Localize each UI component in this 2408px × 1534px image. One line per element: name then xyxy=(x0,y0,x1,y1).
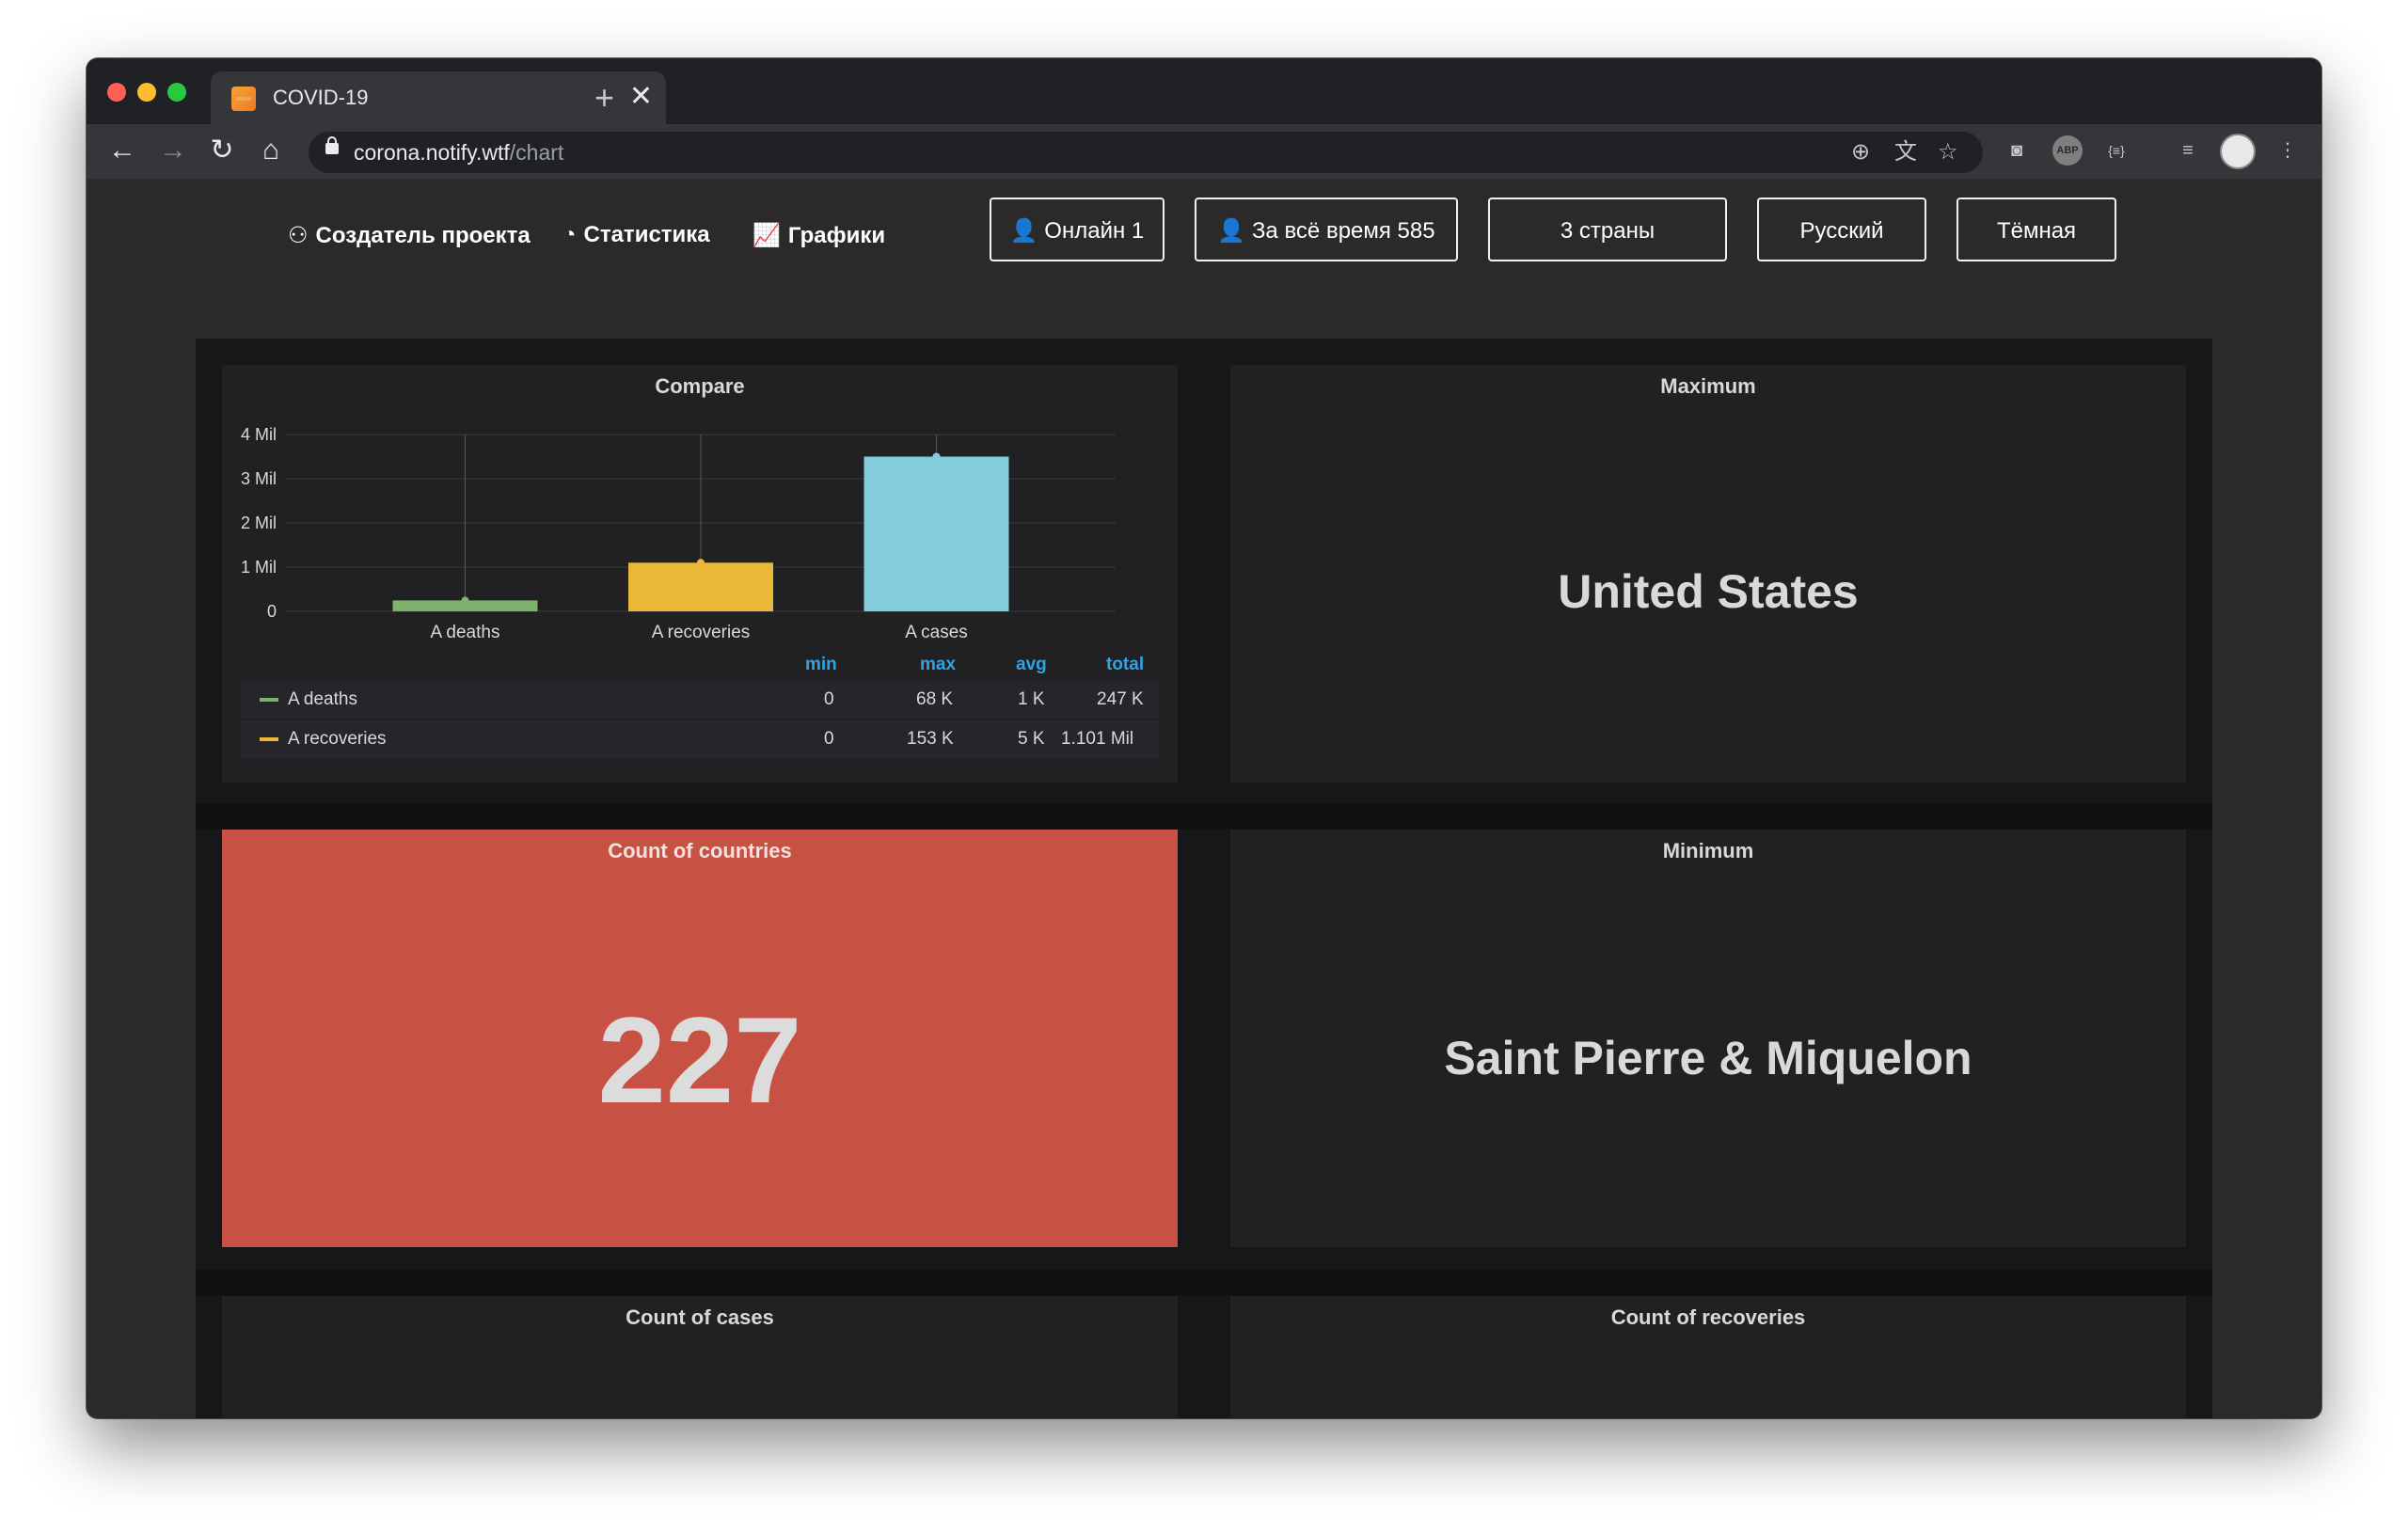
new-tab-button[interactable]: + xyxy=(594,71,614,124)
panel-title: Minimum xyxy=(1662,839,1754,862)
user-icon: 👤 xyxy=(1217,218,1246,244)
y-tick-label: 2 Mil xyxy=(241,514,277,532)
legend-header-max[interactable]: max xyxy=(920,655,956,675)
legend-header-avg[interactable]: avg xyxy=(1016,655,1047,675)
online-label: Онлайн 1 xyxy=(1044,218,1145,244)
legend-swatch xyxy=(260,737,278,741)
legend-series-name[interactable]: A deaths xyxy=(288,689,357,710)
nav-link-charts[interactable]: 📈 Графики xyxy=(752,222,885,249)
minimum-value: Saint Pierre & Miquelon xyxy=(1444,1032,1972,1084)
reload-icon[interactable]: ↻ xyxy=(203,132,241,169)
pie-chart-icon: ◔ xyxy=(562,222,577,247)
nav-link-stats[interactable]: ◔ Статистика xyxy=(562,222,710,248)
legend-header: min max avg total xyxy=(241,655,1159,681)
y-tick-label: 4 Mil xyxy=(241,425,277,444)
all-time-label: За всё время 585 xyxy=(1251,218,1435,244)
translate-icon[interactable]: 文 xyxy=(1894,137,1917,167)
bar xyxy=(628,562,773,611)
panel-title: Maximum xyxy=(1660,374,1756,398)
countries-button[interactable]: 3 страны xyxy=(1488,198,1727,261)
theme-button[interactable]: Тёмная xyxy=(1956,198,2116,261)
camera-extension-icon[interactable]: ◙ xyxy=(2002,135,2032,166)
count-recoveries-panel: Count of recoveries xyxy=(1230,1296,2186,1418)
legend-header-min[interactable]: min xyxy=(805,655,837,675)
install-icon[interactable]: ⊕ xyxy=(1851,137,1870,167)
x-tick-label: A recoveries xyxy=(652,623,751,642)
legend-row[interactable]: A recoveries 0 153 K 5 K 1.101 Mil xyxy=(241,720,1159,758)
y-tick-label: 1 Mil xyxy=(241,558,277,577)
maximum-panel: Maximum United States xyxy=(1230,365,2186,783)
menu-dots-icon[interactable]: ⋮ xyxy=(2273,135,2303,166)
forward-icon[interactable]: → xyxy=(154,132,192,169)
user-icon: 👤 xyxy=(1009,218,1038,244)
page: ⚇ Создатель проекта ◔ Статистика 📈 Графики … xyxy=(87,179,2321,1418)
dashboard: Compare 01 Mil 2 Mil 3 Mil 4 Mil A deaths A r… xyxy=(196,339,2212,1418)
users-icon: ⚇ xyxy=(288,223,309,248)
bar-point xyxy=(461,596,469,605)
tab-bar: COVID-19 ✕ + xyxy=(87,58,2321,124)
legend-min: 0 xyxy=(824,689,834,709)
json-extension-icon[interactable]: {≡} xyxy=(2101,135,2131,166)
legend-total: 247 K xyxy=(1097,689,1144,709)
adblock-extension-icon[interactable]: ABP xyxy=(2052,135,2083,166)
bookmark-star-icon[interactable]: ☆ xyxy=(1938,137,1958,167)
maximize-window-button[interactable] xyxy=(167,83,186,102)
legend-avg: 1 K xyxy=(1018,689,1045,709)
tab-close-icon[interactable]: ✕ xyxy=(629,81,653,113)
legend-max: 68 K xyxy=(916,689,954,709)
panel-title: Count of cases xyxy=(626,1305,774,1329)
url-path: /chart xyxy=(509,140,564,165)
media-queue-icon[interactable]: ≡ xyxy=(2173,135,2203,166)
language-button[interactable]: Русский xyxy=(1757,198,1926,261)
y-tick-label: 0 xyxy=(267,602,277,621)
legend-avg: 5 K xyxy=(1018,729,1045,749)
home-icon[interactable]: ⌂ xyxy=(252,132,290,169)
minimize-window-button[interactable] xyxy=(137,83,156,102)
legend-max: 153 K xyxy=(907,729,954,749)
address-bar[interactable]: corona.notify.wtf/chart ⊕ 文 ☆ xyxy=(309,132,1983,173)
browser-toolbar: ← → ↻ ⌂ corona.notify.wtf/chart ⊕ 文 ☆ ◙ … xyxy=(87,124,2321,179)
legend-header-total[interactable]: total xyxy=(1106,655,1144,675)
row-separator xyxy=(196,803,2212,830)
legend-swatch xyxy=(260,698,278,702)
bar-point xyxy=(697,559,705,567)
nav-link-creator-label: Создатель проекта xyxy=(315,223,531,248)
row-separator xyxy=(196,1270,2212,1296)
url-text: corona.notify.wtf/chart xyxy=(354,140,563,166)
url-host: corona.notify.wtf xyxy=(354,140,510,165)
tab-title: COVID-19 xyxy=(273,86,369,109)
favicon-icon xyxy=(231,87,256,111)
bar xyxy=(863,456,1009,611)
panel-title: Count of countries xyxy=(608,839,792,862)
close-window-button[interactable] xyxy=(107,83,126,102)
count-cases-panel: Count of cases xyxy=(222,1296,1178,1418)
x-tick-label: A cases xyxy=(905,623,968,642)
profile-avatar[interactable] xyxy=(2220,134,2256,169)
online-button[interactable]: 👤 Онлайн 1 xyxy=(990,198,1164,261)
count-countries-value: 227 xyxy=(597,991,802,1129)
bar-point xyxy=(932,452,941,461)
count-countries-panel: Count of countries 227 xyxy=(222,830,1178,1247)
compare-bar-chart: 0 1 Mil 2 Mil 3 Mil 4 Mil A deaths A recoverie… xyxy=(241,425,1116,642)
nav-link-charts-label: Графики xyxy=(787,223,886,248)
legend-total: 1.101 Mil xyxy=(1061,729,1134,749)
all-time-button[interactable]: 👤 За всё время 585 xyxy=(1195,198,1458,261)
minimum-panel: Minimum Saint Pierre & Miquelon xyxy=(1230,830,2186,1247)
browser-window: COVID-19 ✕ + ← → ↻ ⌂ corona.notify.wtf/c… xyxy=(87,58,2321,1418)
compare-panel: Compare 01 Mil 2 Mil 3 Mil 4 Mil A deaths A r… xyxy=(222,365,1178,783)
back-icon[interactable]: ← xyxy=(103,132,141,169)
lock-icon xyxy=(325,136,339,154)
legend-series-name[interactable]: A recoveries xyxy=(288,729,387,750)
legend-row[interactable]: A deaths 0 68 K 1 K 247 K xyxy=(241,681,1159,719)
line-chart-icon: 📈 xyxy=(752,223,781,248)
nav-link-creator[interactable]: ⚇ Создатель проекта xyxy=(288,222,531,249)
panel-title: Count of recoveries xyxy=(1610,1305,1806,1329)
legend-min: 0 xyxy=(824,729,834,749)
maximum-value: United States xyxy=(1558,565,1859,618)
nav-link-stats-label: Статистика xyxy=(583,222,710,247)
y-tick-label: 3 Mil xyxy=(241,469,277,488)
x-tick-label: A deaths xyxy=(431,623,500,642)
